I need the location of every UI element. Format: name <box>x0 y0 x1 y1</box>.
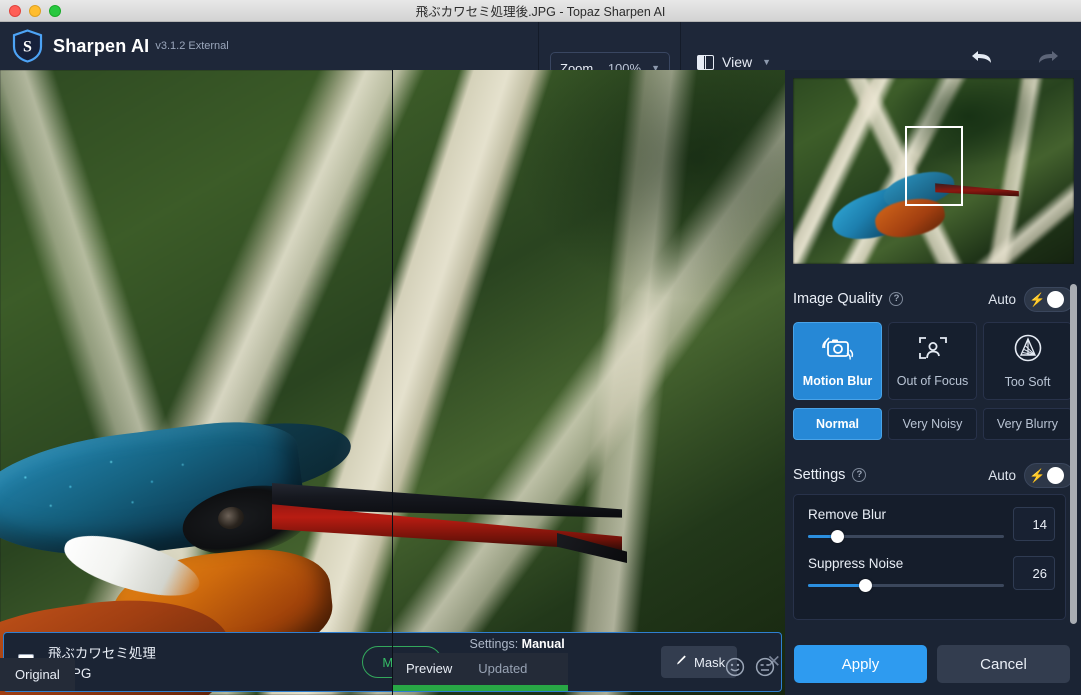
mode-too-soft-label: Too Soft <box>1004 375 1051 389</box>
image-quality-levels: Normal Very Noisy Very Blurry <box>793 408 1074 440</box>
neutral-face-icon[interactable] <box>755 657 775 682</box>
original-image-pane[interactable] <box>0 70 392 695</box>
mask-label: Mask <box>694 654 726 670</box>
level-very-blurry[interactable]: Very Blurry <box>983 408 1072 440</box>
remove-blur-row: Remove Blur 14 <box>794 495 1065 544</box>
suppress-noise-value[interactable]: 26 <box>1013 556 1055 590</box>
camera-motion-icon <box>820 334 856 367</box>
lightning-bolt-icon: ⚡ <box>1029 291 1046 307</box>
help-icon[interactable]: ? <box>889 292 904 306</box>
image-quality-auto-toggle[interactable]: ⚡ <box>1024 286 1074 312</box>
app-toolbar: S Sharpen AI v3.1.2 External Zoom 100% ▼… <box>0 22 1081 84</box>
preview-image-pane[interactable] <box>393 70 785 695</box>
focus-person-icon <box>916 334 950 367</box>
window-traffic-lights <box>9 4 61 17</box>
suppress-noise-row: Suppress Noise 26 <box>794 544 1065 593</box>
panel-scrollbar[interactable] <box>1070 284 1077 624</box>
lightning-bolt-icon: ⚡ <box>1029 467 1046 483</box>
suppress-noise-slider[interactable] <box>808 579 1004 592</box>
right-settings-panel: Image Quality ? Auto ⚡ Motion Blur Out o… <box>785 70 1081 695</box>
navigator-thumbnail[interactable] <box>793 78 1074 264</box>
toolbar-divider-2 <box>680 22 681 70</box>
remove-blur-value[interactable]: 14 <box>1013 507 1055 541</box>
cancel-button[interactable]: Cancel <box>937 645 1070 683</box>
svg-text:S: S <box>23 39 32 56</box>
remove-blur-knob[interactable] <box>831 530 845 543</box>
image-quality-auto-label: Auto <box>988 291 1016 307</box>
split-view-icon <box>697 54 714 70</box>
image-quality-header: Image Quality ? Auto ⚡ <box>793 282 1074 316</box>
tab-preview[interactable]: Preview Updated <box>393 653 568 685</box>
settings-mode-value: Manual <box>521 636 565 651</box>
mode-motion-blur[interactable]: Motion Blur <box>793 322 882 400</box>
navigator-viewport-rect[interactable] <box>905 126 963 206</box>
preview-tab-group: Preview Updated <box>393 653 568 691</box>
mode-out-of-focus[interactable]: Out of Focus <box>888 322 977 400</box>
tab-original[interactable]: Original <box>0 658 75 691</box>
window-titlebar: 飛ぶカワセミ処理後.JPG - Topaz Sharpen AI <box>0 0 1081 22</box>
settings-title: Settings <box>793 467 846 483</box>
level-normal[interactable]: Normal <box>793 408 882 440</box>
happy-face-icon[interactable] <box>725 657 745 682</box>
suppress-noise-knob[interactable] <box>858 579 872 592</box>
remove-blur-slider[interactable] <box>808 530 1004 543</box>
suppress-noise-fill <box>808 584 865 587</box>
toggle-knob <box>1047 466 1064 484</box>
image-quality-modes: Motion Blur Out of Focus Too Soft <box>793 322 1074 400</box>
preview-progress-bar <box>393 685 568 691</box>
window-title: 飛ぶカワセミ処理後.JPG - Topaz Sharpen AI <box>415 5 666 19</box>
image-quality-title: Image Quality <box>793 291 883 307</box>
soft-cone-icon <box>1013 333 1043 368</box>
apply-button[interactable]: Apply <box>794 645 927 683</box>
settings-header: Settings ? Auto ⚡ <box>793 458 1074 492</box>
close-window-button[interactable] <box>9 4 21 17</box>
preview-label: Preview <box>406 661 453 676</box>
panel-footer-actions: Apply Cancel <box>785 633 1081 695</box>
maximize-window-button[interactable] <box>49 4 61 17</box>
toolbar-divider-1 <box>538 22 539 70</box>
pane-divider[interactable] <box>392 70 393 695</box>
settings-auto-label: Auto <box>988 467 1016 483</box>
brand-name: Sharpen AI <box>53 35 150 56</box>
minimize-window-button[interactable] <box>29 4 41 17</box>
sharpen-ai-shield-icon: S <box>12 29 43 63</box>
toggle-knob <box>1047 290 1064 308</box>
brush-icon <box>673 654 687 671</box>
mode-motion-blur-label: Motion Blur <box>802 374 873 388</box>
settings-auto-toggle[interactable]: ⚡ <box>1024 462 1074 488</box>
level-very-noisy[interactable]: Very Noisy <box>888 408 977 440</box>
view-control[interactable]: View ▼ <box>697 54 771 70</box>
settings-sliders-card: Remove Blur 14 Suppress Noise 26 <box>793 494 1066 620</box>
help-icon[interactable]: ? <box>852 468 867 482</box>
image-canvas[interactable]: Original Preview Updated <box>0 70 785 695</box>
mode-out-of-focus-label: Out of Focus <box>896 374 969 388</box>
preview-status: Updated <box>478 661 528 676</box>
app-logo: S Sharpen AI v3.1.2 External <box>12 29 229 63</box>
chevron-down-icon: ▼ <box>762 57 772 67</box>
feedback-icons <box>725 657 775 682</box>
mode-too-soft[interactable]: Too Soft <box>983 322 1072 400</box>
view-label: View <box>722 54 753 70</box>
settings-mode-row: Settings: Manual <box>470 635 566 653</box>
settings-mode-label: Settings: <box>469 636 519 651</box>
app-version: v3.1.2 External <box>155 40 229 52</box>
